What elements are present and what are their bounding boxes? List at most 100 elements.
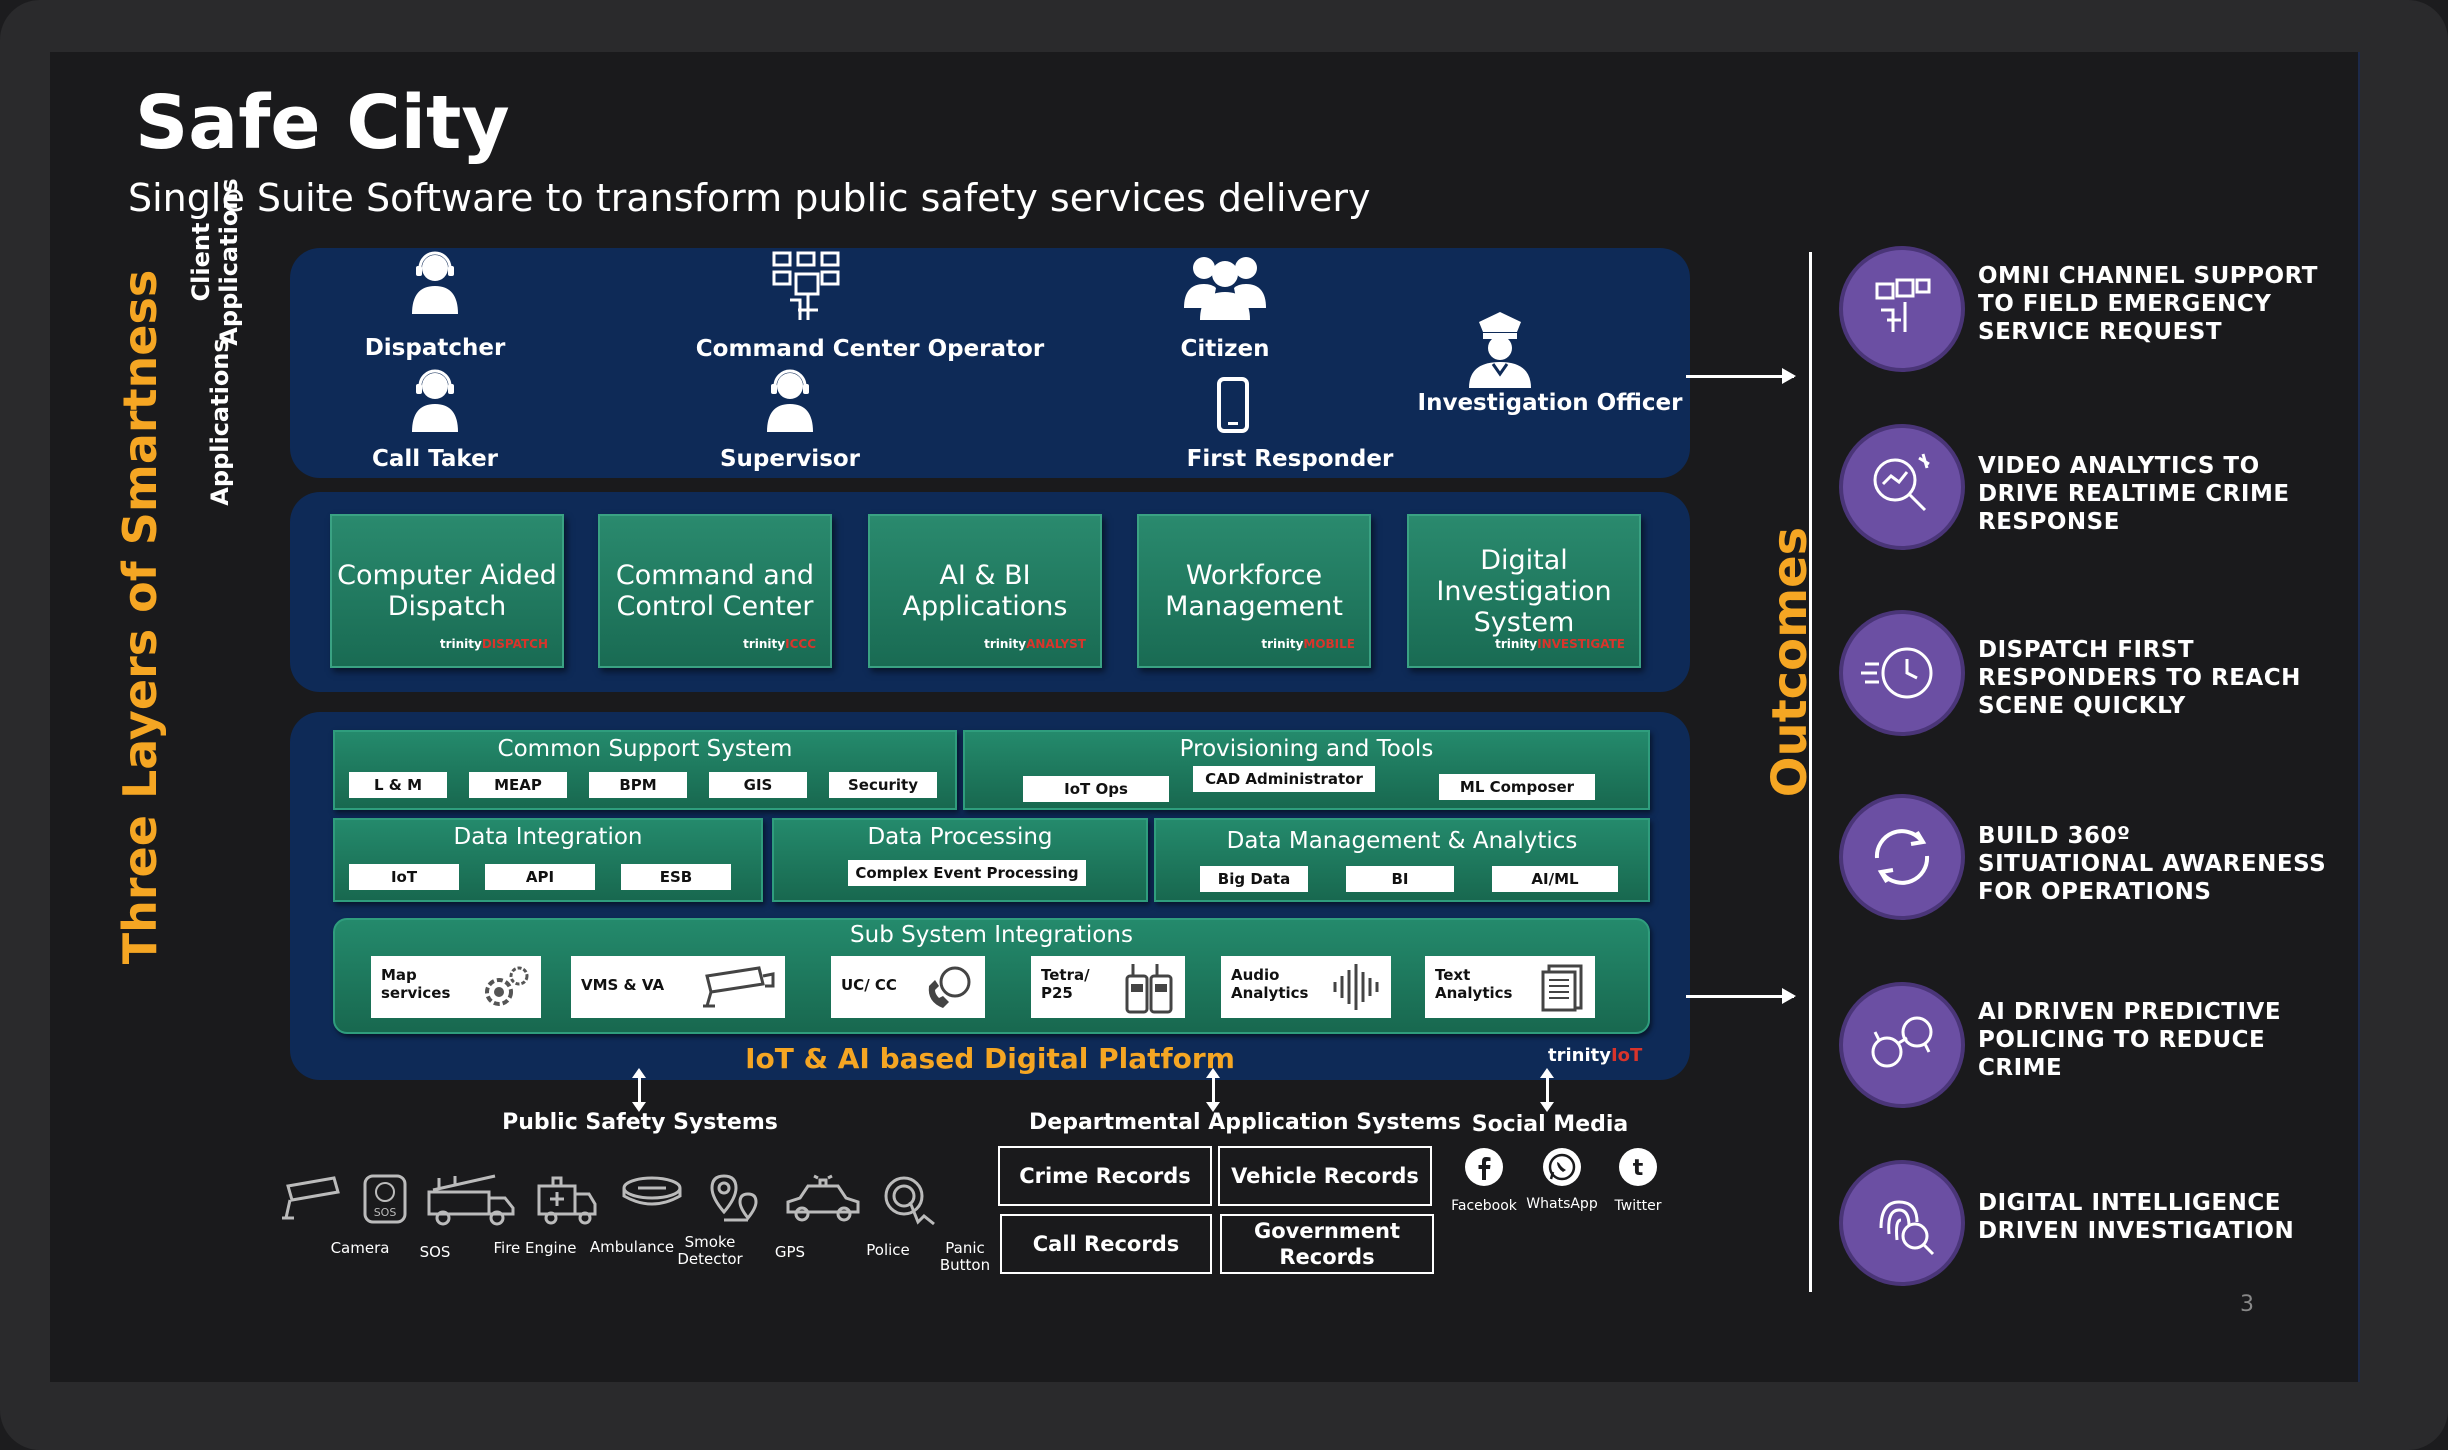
platform-brand-logo: trinityIoT (1548, 1045, 1643, 1066)
window-frame: Safe City Single Suite Software to trans… (0, 0, 2448, 1450)
data-processing: Data Processing Complex Event Processing (772, 818, 1148, 902)
chip-api: API (485, 864, 595, 890)
three-layers-label: Three Layers of Smartness (113, 269, 167, 965)
dept-call-records[interactable]: Call Records (1000, 1214, 1212, 1274)
chip-meap: MEAP (469, 772, 567, 798)
fast-clock-icon (1843, 614, 1961, 732)
headset-user-icon (375, 368, 495, 432)
outcome-situational-awareness: BUILD 360º SITUATIONAL AWARENESS FOR OPERA… (1978, 823, 2327, 905)
arrow-to-outcomes-top (1686, 368, 1796, 384)
subsystem-uc-cc[interactable]: UC/ CC (831, 956, 985, 1018)
gears-icon (485, 966, 529, 1006)
app-workforce-management[interactable]: Workforce Management trinityMOBILE (1137, 514, 1371, 668)
role-citizen: Citizen (1180, 336, 1270, 362)
common-support-system: Common Support System L & M MEAP BPM GIS… (333, 730, 957, 810)
label-whatsapp: WhatsApp (1526, 1196, 1598, 1212)
slide: Safe City Single Suite Software to trans… (50, 52, 2360, 1382)
role-investigation-officer: Investigation Officer (1417, 390, 1683, 416)
handcuffs-icon (1843, 986, 1961, 1104)
dept-crime-records[interactable]: Crime Records (998, 1146, 1212, 1206)
app-computer-aided-dispatch[interactable]: Computer Aided Dispatch trinityDISPATCH (330, 514, 564, 668)
sos-device-icon: SOS (363, 1174, 407, 1224)
people-group-icon (1165, 250, 1285, 320)
outcome-predictive-policing: AI DRIVEN PREDICTIVE POLICING TO REDUCE CR… (1978, 999, 2282, 1081)
brand-logo: trinityDISPATCH (439, 637, 548, 651)
subsystem-tetra-p25[interactable]: Tetra/P25 (1031, 956, 1185, 1018)
fingerprint-icon (1843, 1164, 1961, 1282)
outcome-digital-intelligence: DIGITAL INTELLIGENCE DRIVEN INVESTIGATION (1978, 1190, 2295, 1244)
outcome-omni-channel: OMNI CHANNEL SUPPORT TO FIELD EMERGENCY SE… (1978, 263, 2318, 345)
public-safety-title: Public Safety Systems (502, 1110, 778, 1135)
app-command-control-center[interactable]: Command and Control Center trinityICCC (598, 514, 832, 668)
facebook-icon[interactable] (1463, 1146, 1505, 1188)
phone-chat-icon (928, 966, 971, 1008)
client-applications-label: Client Applications (187, 178, 243, 346)
subsystem-map-services[interactable]: Map services (371, 956, 541, 1018)
double-arrow-social (1540, 1068, 1554, 1112)
chip-bpm: BPM (589, 772, 687, 798)
subsystem-vms-va[interactable]: VMS & VA (571, 956, 785, 1018)
police-officer-icon (1440, 310, 1560, 388)
role-first-responder: First Responder (1186, 446, 1394, 472)
page-number: 3 (2240, 1292, 2254, 1317)
police-car-icon (786, 1174, 860, 1222)
dept-government-records[interactable]: Government Records (1220, 1214, 1434, 1274)
whatsapp-icon[interactable] (1541, 1146, 1583, 1188)
sound-wave-icon (1333, 964, 1379, 1010)
camera-icon (282, 1176, 340, 1220)
brand-logo: trinityICCC (743, 637, 816, 651)
svg-text:SOS: SOS (374, 1206, 397, 1219)
fire-engine-icon (427, 1174, 515, 1226)
twitter-icon[interactable]: t (1617, 1146, 1659, 1188)
brand-logo: trinityANALYST (984, 637, 1086, 651)
brand-logo: trinityINVESTIGATE (1495, 637, 1625, 651)
page-title: Safe City (135, 80, 510, 166)
svg-text:t: t (1633, 1156, 1644, 1181)
role-dispatcher: Dispatcher (364, 335, 506, 361)
page-subtitle: Single Suite Software to transform publi… (128, 176, 1371, 220)
subsystem-text-analytics[interactable]: Text Analytics (1425, 956, 1595, 1018)
arrow-to-outcomes-bottom (1686, 988, 1796, 1004)
mobile-phone-icon (1213, 376, 1253, 434)
label-sos: SOS (419, 1243, 451, 1261)
control-panel-icon (750, 250, 870, 322)
label-gps: GPS (774, 1243, 806, 1261)
ambulance-icon (537, 1176, 597, 1225)
chip-ml-composer: ML Composer (1439, 774, 1595, 800)
dept-vehicle-records[interactable]: Vehicle Records (1218, 1146, 1432, 1206)
headset-user-icon (375, 250, 495, 314)
outcomes-label: Outcomes (1762, 526, 1818, 798)
chip-ai-ml: AI/ML (1492, 866, 1618, 892)
label-facebook: Facebook (1451, 1198, 1517, 1214)
chip-big-data: Big Data (1200, 866, 1308, 892)
chip-lm: L & M (349, 772, 447, 798)
data-integration: Data Integration IoT API ESB (333, 818, 763, 902)
data-management-analytics: Data Management & Analytics Big Data BI … (1154, 818, 1650, 902)
sub-system-integrations: Sub System Integrations Map services VMS … (333, 918, 1650, 1034)
panic-button-icon (884, 1176, 935, 1226)
app-digital-investigation-system[interactable]: Digital Investigation System trinityINVEST… (1407, 514, 1641, 668)
smoke-detector-icon (622, 1176, 682, 1206)
subsystem-audio-analytics[interactable]: Audio Analytics (1221, 956, 1391, 1018)
outcome-video-analytics: VIDEO ANALYTICS TO DRIVE REALTIME CRIME RE… (1978, 453, 2290, 535)
role-call-taker: Call Taker (371, 446, 499, 472)
gps-pin-icon (710, 1174, 758, 1222)
double-arrow-public-safety (632, 1068, 646, 1112)
double-arrow-departmental (1206, 1068, 1220, 1112)
departmental-title: Departmental Application Systems (1029, 1110, 1461, 1135)
document-icon (1541, 964, 1583, 1012)
platform-footer: IoT & AI based Digital Platform (745, 1042, 1235, 1075)
applications-label: Applications (206, 338, 234, 506)
chip-iot: IoT (349, 864, 459, 890)
magnifier-analytics-icon (1843, 428, 1961, 546)
chip-complex-event-processing: Complex Event Processing (848, 860, 1086, 886)
app-ai-bi-applications[interactable]: AI & BI Applications trinityANALYST (868, 514, 1102, 668)
chip-esb: ESB (621, 864, 731, 890)
forms-icon (1843, 250, 1961, 368)
slide-edge (2358, 52, 2360, 1382)
social-media-title: Social Media (1471, 1112, 1629, 1137)
headset-user-icon (730, 368, 850, 432)
brand-logo: trinityMOBILE (1261, 637, 1355, 651)
provisioning-and-tools: Provisioning and Tools IoT Ops CAD Admin… (963, 730, 1650, 810)
chip-gis: GIS (709, 772, 807, 798)
